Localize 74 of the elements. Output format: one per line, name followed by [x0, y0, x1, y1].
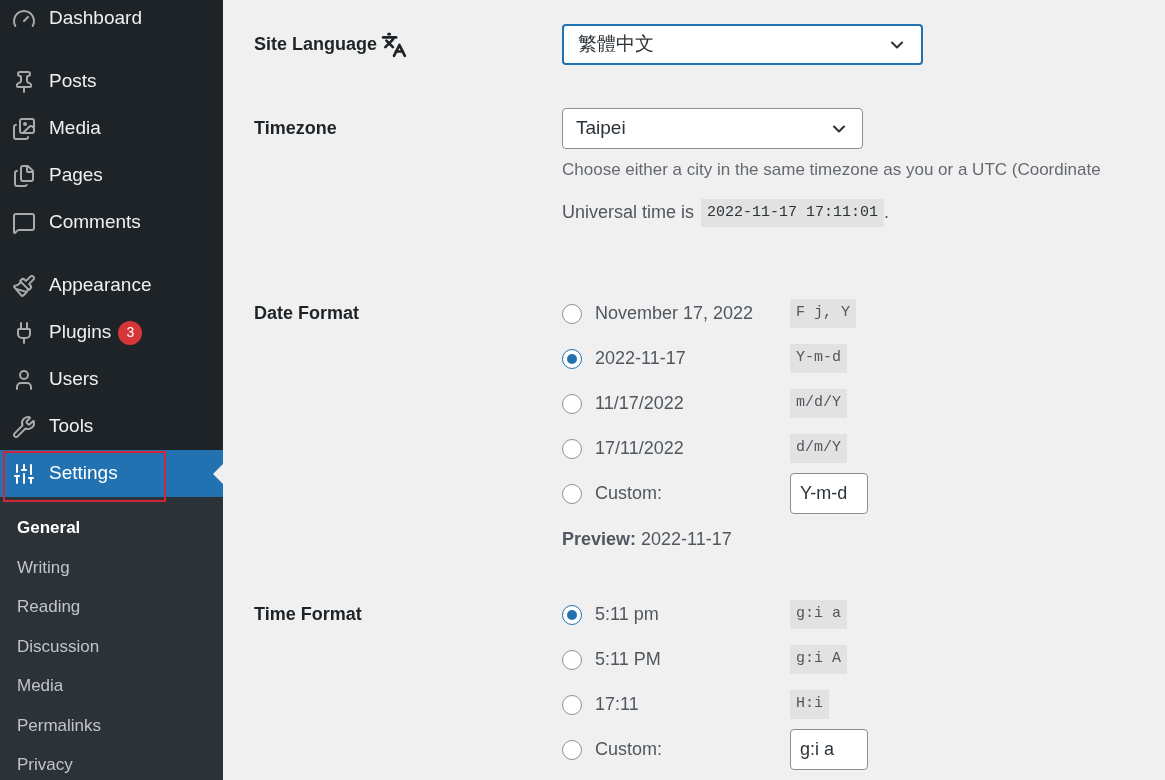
menu-item[interactable]: Users [0, 356, 223, 403]
field-label: Date Format [254, 302, 360, 325]
submenu-item[interactable]: Privacy [0, 745, 223, 780]
timezone-description: Choose either a city in the same timezone as you or a UTC (Coordinate [562, 159, 1101, 181]
menu-item[interactable]: Posts [0, 58, 223, 105]
format-code: g:i a [790, 600, 847, 629]
universal-time-text: Universal time is [562, 201, 695, 225]
option-label: 5:11 pm [595, 603, 659, 626]
submenu-item[interactable]: Permalinks [0, 705, 223, 745]
period-text: . [884, 201, 890, 225]
option-label: 17:11 [595, 693, 639, 716]
format-code: m/d/Y [790, 389, 847, 418]
wrench-icon [12, 414, 36, 439]
radio-button[interactable] [562, 438, 582, 459]
sliders-icon [12, 461, 36, 486]
radio-button[interactable] [562, 694, 582, 715]
format-code: F j, Y [790, 299, 856, 328]
menu-label: Posts [49, 69, 97, 94]
pages-icon [12, 163, 36, 188]
submenu-item[interactable]: Media [0, 666, 223, 706]
count-badge: 3 [118, 320, 143, 345]
universal-time: 2022-11-17 17:11:01 [701, 198, 885, 227]
radio-button[interactable] [562, 739, 582, 760]
menu-label: Appearance [49, 273, 152, 298]
menu-label: Plugins [49, 320, 112, 345]
menu-item[interactable]: Comments [0, 199, 223, 246]
radio-button[interactable] [562, 348, 582, 369]
menu-label: Settings [49, 461, 118, 486]
field-label: Site Language [254, 33, 378, 56]
menu-item[interactable]: Tools [0, 403, 223, 450]
speech-bubble-icon [12, 210, 36, 235]
submenu-item[interactable]: Reading [0, 587, 223, 627]
option-label: November 17, 2022 [595, 302, 754, 325]
format-code: g:i A [790, 645, 847, 674]
option-label: 2022-11-17 [595, 347, 686, 370]
timezone-select[interactable]: Taipei [562, 108, 863, 149]
menu-item[interactable]: Pages [0, 152, 223, 199]
current-pointer-icon [213, 464, 223, 484]
radio-button[interactable] [562, 393, 582, 414]
translate-icon [381, 31, 408, 58]
field-label: Timezone [254, 117, 337, 140]
format-code: H:i [790, 690, 829, 719]
menu-item[interactable]: Appearance [0, 262, 223, 309]
radio-button[interactable] [562, 604, 582, 625]
menu-item[interactable]: Dashboard [0, 0, 223, 42]
menu-label: Media [49, 116, 101, 141]
submenu-item[interactable]: General [0, 508, 223, 548]
option-label: 5:11 PM [595, 648, 661, 671]
option-label: Custom: [595, 738, 663, 761]
radio-button[interactable] [562, 303, 582, 324]
menu-label: Comments [49, 210, 141, 235]
menu-item[interactable]: Plugins 3 [0, 309, 223, 356]
radio-button[interactable] [562, 483, 582, 504]
option-label: Custom: [595, 482, 663, 505]
format-code: d/m/Y [790, 434, 847, 463]
custom-format-field[interactable]: g:i a [790, 729, 868, 770]
option-label: 11/17/2022 [595, 392, 684, 415]
submenu-item[interactable]: Discussion [0, 626, 223, 666]
field-label: Time Format [254, 603, 362, 626]
menu-label: Users [49, 367, 99, 392]
language-select[interactable]: 繁體中文 [562, 24, 923, 65]
radio-button[interactable] [562, 649, 582, 670]
menu-item[interactable]: Media [0, 105, 223, 152]
format-code: Y-m-d [790, 344, 847, 373]
custom-format-field[interactable]: Y-m-d [790, 473, 868, 514]
date-preview: Preview: 2022-11-17 [562, 528, 733, 551]
submenu-item[interactable]: Writing [0, 547, 223, 587]
menu-label: Tools [49, 414, 94, 439]
menu-label: Dashboard [49, 6, 142, 31]
menu-label: Pages [49, 163, 103, 188]
option-label: 17/11/2022 [595, 437, 684, 460]
paintbrush-icon [12, 273, 36, 298]
menu-item[interactable]: Settings [0, 450, 223, 497]
media-icon [12, 116, 36, 141]
